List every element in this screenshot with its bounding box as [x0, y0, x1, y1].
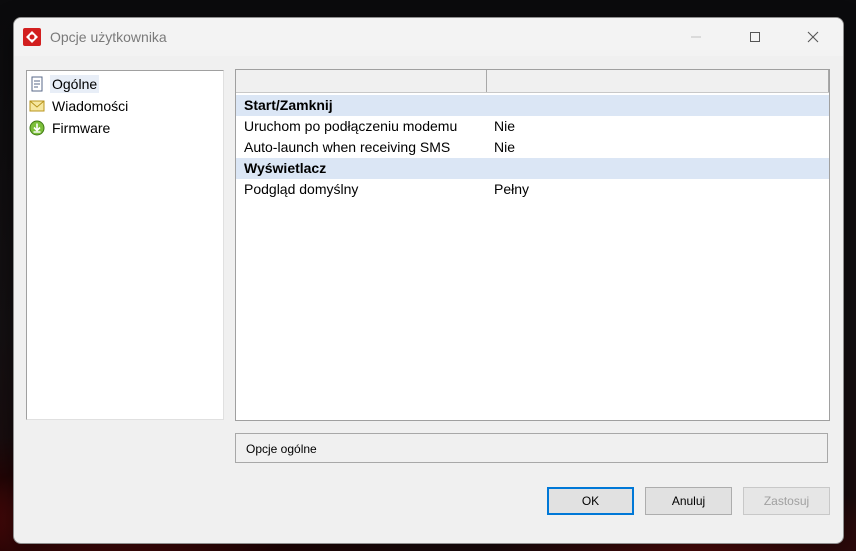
minimize-button[interactable] — [673, 18, 719, 56]
tree-item-general[interactable]: Ogólne — [29, 74, 100, 93]
grid-header-name-column[interactable] — [236, 70, 487, 92]
description-panel: Opcje ogólne — [235, 433, 828, 463]
app-logo-icon — [23, 28, 41, 46]
property-name: Uruchom po podłączeniu modemu — [244, 118, 458, 134]
tree-item-label: Ogólne — [50, 74, 100, 93]
grid-header-value-column[interactable] — [487, 70, 829, 92]
general-page-icon — [31, 76, 43, 91]
grid-property-row[interactable]: Uruchom po podłączeniu modemu Nie — [236, 116, 829, 137]
property-value[interactable]: Nie — [494, 139, 515, 155]
category-label: Wyświetlacz — [244, 160, 327, 176]
grid-category-row[interactable]: Start/Zamknij — [236, 95, 829, 116]
category-tree[interactable]: Ogólne Wiadomości Firmware — [26, 70, 224, 420]
grid-property-row[interactable]: Podgląd domyślny Pełny — [236, 179, 829, 200]
property-name: Auto-launch when receiving SMS — [244, 139, 451, 155]
title-bar[interactable]: Opcje użytkownika — [14, 18, 843, 56]
options-dialog: Opcje użytkownika Ogólne Wiadomości Firm… — [13, 17, 844, 544]
grid-property-row[interactable]: Auto-launch when receiving SMS Nie — [236, 137, 829, 158]
maximize-button[interactable] — [732, 18, 778, 56]
property-name: Podgląd domyślny — [244, 181, 359, 197]
tree-item-label: Wiadomości — [52, 97, 129, 114]
tree-item-messages[interactable]: Wiadomości — [29, 96, 130, 115]
tree-item-label: Firmware — [52, 119, 111, 136]
grid-header — [236, 70, 829, 93]
ok-button[interactable]: OK — [547, 487, 634, 515]
minimize-icon — [691, 36, 701, 38]
window-title: Opcje użytkownika — [50, 29, 167, 45]
envelope-icon — [29, 100, 45, 111]
property-grid[interactable]: Start/Zamknij Uruchom po podłączeniu mod… — [235, 69, 830, 421]
maximize-icon — [750, 32, 760, 42]
tree-item-firmware[interactable]: Firmware — [29, 118, 112, 137]
category-label: Start/Zamknij — [244, 97, 333, 113]
apply-button[interactable]: Zastosuj — [743, 487, 830, 515]
property-value[interactable]: Pełny — [494, 181, 529, 197]
grid-category-row[interactable]: Wyświetlacz — [236, 158, 829, 179]
description-text: Opcje ogólne — [246, 442, 317, 456]
property-value[interactable]: Nie — [494, 118, 515, 134]
close-icon — [807, 31, 819, 43]
download-icon — [29, 120, 45, 135]
cancel-button[interactable]: Anuluj — [645, 487, 732, 515]
close-button[interactable] — [790, 18, 836, 56]
